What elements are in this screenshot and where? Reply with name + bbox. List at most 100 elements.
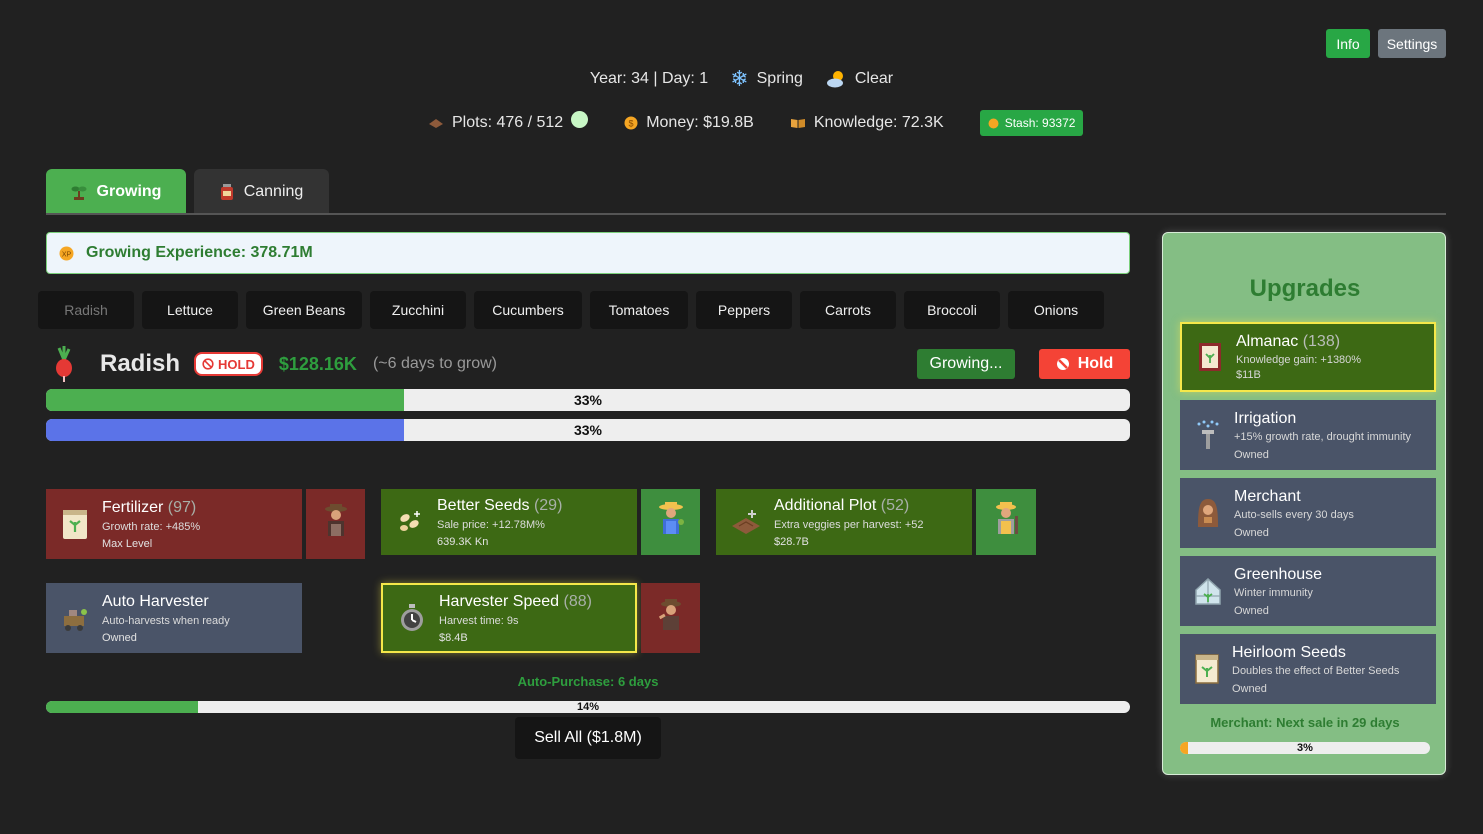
upgrade-heirloom-seeds[interactable]: Heirloom Seeds Doubles the effect of Bet…	[1180, 634, 1436, 704]
fertilizer-bag-icon	[60, 507, 90, 541]
auto-purchase-progress-bar: 14%	[46, 701, 1130, 713]
additional-plot-name: Additional Plot	[774, 496, 877, 514]
prohibited-icon	[1056, 357, 1070, 371]
better-seeds-cost: 639.3K Kn	[437, 535, 489, 548]
weather-indicator: Clear	[825, 68, 893, 90]
tab-growing[interactable]: Growing	[46, 169, 186, 214]
snowflake-icon: ❄	[730, 66, 749, 91]
better-seeds-name: Better Seeds	[437, 496, 530, 514]
upgrade-irrigation[interactable]: Irrigation +15% growth rate, drought imm…	[1180, 400, 1436, 470]
jar-icon	[220, 183, 234, 200]
farmer-icon	[322, 502, 350, 546]
growing-button[interactable]: Growing...	[917, 349, 1015, 379]
radish-icon	[50, 346, 78, 382]
seed-packet-icon	[1194, 653, 1220, 685]
greenhouse-desc: Winter immunity	[1234, 586, 1313, 599]
stopwatch-icon	[397, 603, 427, 633]
better-seeds-level: (29)	[533, 496, 563, 514]
coin-icon	[988, 118, 999, 129]
crop-header: Radish HOLD $128.16K (~6 days to grow)	[50, 344, 497, 384]
money-stat: $ Money: $19.8B	[624, 114, 754, 132]
additional-plot-farmer-button[interactable]	[976, 489, 1036, 555]
seedling-icon	[71, 184, 87, 200]
harvester-speed-name: Harvester Speed	[439, 592, 560, 610]
crop-broccoli-button[interactable]: Broccoli	[904, 291, 1000, 329]
merchant-progress-label: 3%	[1297, 742, 1313, 754]
harvester-speed-desc: Harvest time: 9s	[439, 614, 519, 627]
irrigation-name: Irrigation	[1234, 409, 1297, 427]
hold-badge: HOLD	[194, 352, 263, 376]
additional-plot-desc: Extra veggies per harvest: +52	[774, 518, 924, 531]
irrigation-desc: +15% growth rate, drought immunity	[1234, 430, 1412, 443]
harvester-speed-card[interactable]: Harvester Speed (88) Harvest time: 9s $8…	[381, 583, 637, 653]
crop-cucumbers-button[interactable]: Cucumbers	[474, 291, 582, 329]
sprinkler-icon	[1194, 419, 1222, 451]
fertilizer-desc: Growth rate: +485%	[102, 520, 201, 533]
settings-button[interactable]: Settings	[1378, 29, 1446, 58]
upgrade-greenhouse[interactable]: Greenhouse Winter immunity Owned	[1180, 556, 1436, 626]
crop-peppers-button[interactable]: Peppers	[696, 291, 792, 329]
growth-progress-bar: 33%	[46, 389, 1130, 411]
fertilizer-farmer-button[interactable]	[306, 489, 365, 559]
additional-plot-level: (52)	[880, 496, 910, 514]
stash-badge: Stash: 93372	[979, 110, 1084, 136]
hold-button[interactable]: Hold	[1039, 349, 1130, 379]
harvester-speed-farmer-button[interactable]	[641, 583, 700, 653]
crop-onions-button[interactable]: Onions	[1008, 291, 1104, 329]
prohibited-icon	[202, 358, 214, 370]
auto-purchase-label: Auto-Purchase: 6 days	[517, 674, 659, 689]
additional-plot-cost: $28.7B	[774, 535, 809, 548]
seeds-icon	[395, 507, 425, 537]
experience-banner: XP Growing Experience: 378.71M	[46, 232, 1130, 274]
merchant-progress-bar: 3%	[1180, 742, 1430, 754]
better-seeds-card[interactable]: Better Seeds (29) Sale price: +12.78M% 6…	[381, 489, 637, 555]
additional-plot-card[interactable]: Additional Plot (52) Extra veggies per h…	[716, 489, 972, 555]
merchant-icon	[1194, 497, 1222, 529]
grow-time: (~6 days to grow)	[372, 355, 497, 372]
crop-carrots-button[interactable]: Carrots	[800, 291, 896, 329]
tab-divider	[46, 213, 1446, 215]
harvest-progress-label: 33%	[573, 422, 603, 438]
greenhouse-icon	[1194, 576, 1222, 606]
better-seeds-desc: Sale price: +12.78M%	[437, 518, 545, 531]
upgrade-almanac[interactable]: Almanac (138) Knowledge gain: +1380% $11…	[1180, 322, 1436, 392]
almanac-book-icon	[1196, 341, 1224, 373]
book-icon	[790, 117, 806, 129]
crop-radish-button[interactable]: Radish	[38, 291, 134, 329]
plot-icon	[730, 508, 762, 536]
auto-harvester-desc: Auto-harvests when ready	[102, 614, 230, 627]
merchant-status: Owned	[1234, 526, 1269, 539]
upgrades-panel: Upgrades Almanac (138) Knowledge gain: +…	[1162, 232, 1446, 775]
auto-harvester-status: Owned	[102, 631, 137, 644]
info-button[interactable]: Info	[1326, 29, 1370, 58]
irrigation-status: Owned	[1234, 448, 1269, 461]
date-bar: Year: 34 | Day: 1 ❄ Spring Clear	[0, 66, 1483, 92]
sell-all-button[interactable]: Sell All ($1.8M)	[515, 717, 661, 759]
crop-green-beans-button[interactable]: Green Beans	[246, 291, 362, 329]
sun-cloud-icon	[825, 68, 847, 90]
crop-zucchini-button[interactable]: Zucchini	[370, 291, 466, 329]
harvest-progress-bar: 33%	[46, 419, 1130, 441]
merchant-desc: Auto-sells every 30 days	[1234, 508, 1354, 521]
experience-text: Growing Experience: 378.71M	[86, 244, 313, 261]
season-indicator: ❄ Spring	[730, 66, 803, 91]
upgrade-merchant[interactable]: Merchant Auto-sells every 30 days Owned	[1180, 478, 1436, 548]
growth-progress-label: 33%	[573, 392, 603, 408]
fertilizer-status: Max Level	[102, 537, 153, 550]
crop-price: $128.16K	[278, 353, 357, 374]
upgrades-title: Upgrades	[1249, 275, 1361, 302]
greenhouse-status: Owned	[1234, 604, 1269, 617]
almanac-level: (138)	[1302, 333, 1341, 350]
better-seeds-farmer-button[interactable]	[641, 489, 700, 555]
coin-icon: $	[624, 116, 638, 130]
knowledge-stat: Knowledge: 72.3K	[790, 114, 944, 132]
crop-lettuce-button[interactable]: Lettuce	[142, 291, 238, 329]
almanac-desc: Knowledge gain: +1380%	[1236, 354, 1362, 366]
fertilizer-card[interactable]: Fertilizer (97) Growth rate: +485% Max L…	[46, 489, 302, 559]
farmer-icon	[656, 597, 686, 639]
crop-tomatoes-button[interactable]: Tomatoes	[590, 291, 688, 329]
fertilizer-name: Fertilizer	[102, 498, 164, 516]
tab-canning[interactable]: Canning	[194, 169, 329, 214]
auto-harvester-card[interactable]: Auto Harvester Auto-harvests when ready …	[46, 583, 302, 653]
svg-text:$: $	[629, 119, 634, 129]
